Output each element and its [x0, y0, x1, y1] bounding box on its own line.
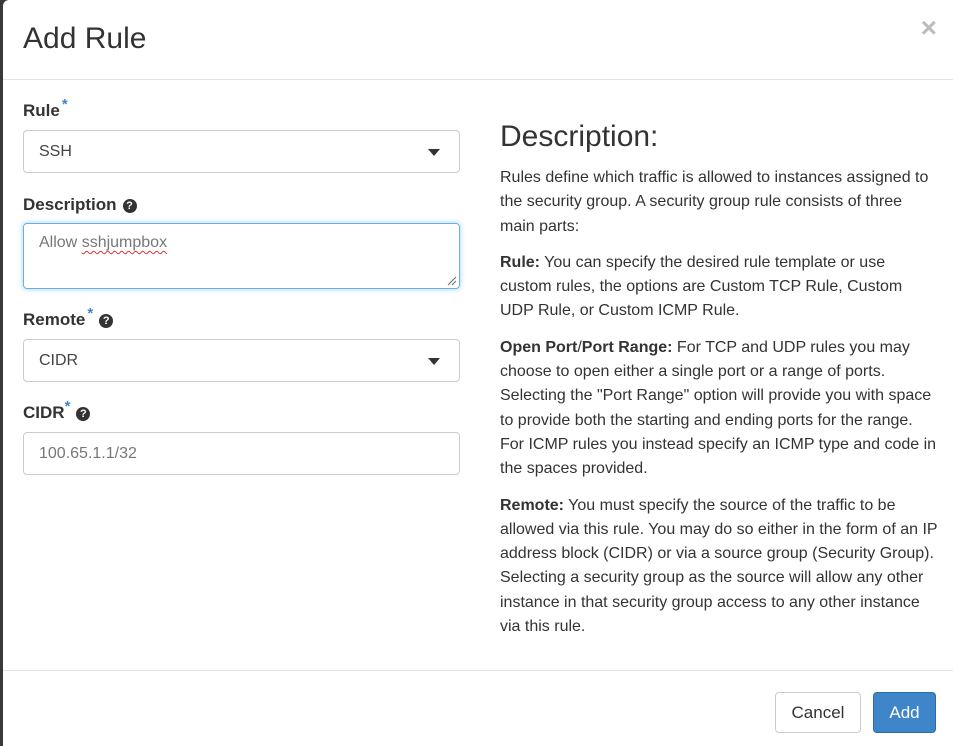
description-label: Description? [23, 195, 137, 215]
help-panel: Description: Rules define which traffic … [500, 120, 940, 651]
remote-label: Remote *? [23, 305, 114, 330]
question-circle-icon[interactable]: ? [99, 314, 114, 328]
required-marker: * [64, 398, 71, 415]
help-title: Description: [500, 120, 659, 153]
question-circle-icon[interactable]: ? [122, 199, 137, 213]
description-textarea[interactable]: Allow sshjumpbox [23, 223, 460, 289]
help-remote: Remote: You must specify the source of t… [500, 496, 938, 636]
help-intro: Rules define which traffic is allowed to… [500, 169, 929, 235]
dialog-header: Add Rule × [3, 0, 953, 80]
cancel-button[interactable]: Cancel [775, 692, 861, 733]
close-icon[interactable]: × [921, 14, 937, 42]
add-button[interactable]: Add [873, 692, 936, 733]
dialog-body: Rule * SSH Description? Allow sshjumpbox … [3, 80, 953, 670]
required-marker: * [61, 96, 68, 113]
add-rule-dialog: Add Rule × Rule * SSH Description? Allow … [3, 0, 953, 746]
caret-down-icon [428, 149, 440, 156]
dialog-title: Add Rule [23, 22, 147, 55]
question-circle-icon[interactable]: ? [76, 407, 91, 421]
rule-label: Rule * [23, 96, 68, 120]
rule-select[interactable]: SSH [23, 130, 460, 173]
caret-down-icon [428, 358, 440, 365]
cidr-label: CIDR*? [23, 398, 91, 423]
dialog-footer: Cancel Add [3, 670, 953, 746]
spellcheck-word: sshjumpbox [81, 234, 168, 251]
resize-grip-icon[interactable] [445, 274, 457, 286]
required-marker: * [87, 305, 94, 322]
help-port: Open Port/Port Range: For TCP and UDP ru… [500, 338, 937, 478]
remote-select[interactable]: CIDR [23, 339, 460, 382]
help-rule: Rule: You can specify the desired rule t… [500, 253, 903, 320]
cidr-input[interactable]: 100.65.1.1/32 [23, 432, 460, 475]
